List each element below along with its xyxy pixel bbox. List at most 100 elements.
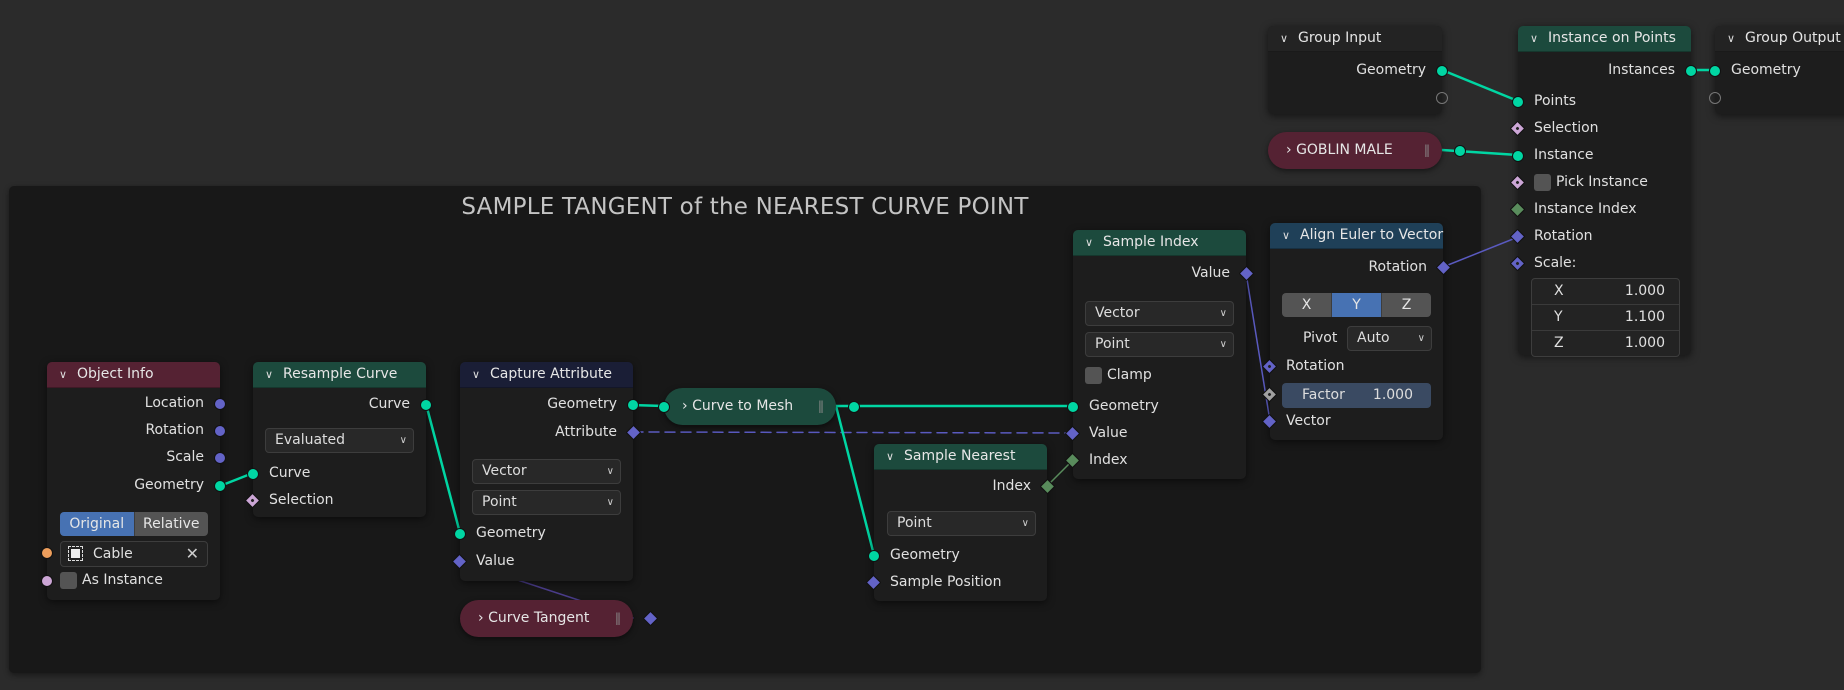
chevron-down-icon[interactable]: ∨	[1280, 26, 1292, 51]
scale-x[interactable]: X 1.000	[1532, 279, 1679, 305]
geometry-socket[interactable]	[1512, 150, 1524, 162]
axis-x[interactable]: X	[1282, 293, 1332, 317]
geometry-socket[interactable]	[1436, 65, 1448, 77]
node-header[interactable]: ∨ Sample Nearest	[874, 444, 1047, 470]
geometry-socket[interactable]	[214, 480, 226, 492]
geometry-socket[interactable]	[868, 550, 880, 562]
node-header[interactable]: ∨ Instance on Points	[1518, 26, 1691, 52]
node-object-info[interactable]: ∨ Object Info Location Rotation Scale Geo…	[41, 362, 226, 600]
toggle-relative[interactable]: Relative	[134, 512, 208, 536]
node-title: Align Euler to Vector	[1300, 227, 1444, 243]
object-field[interactable]: Cable ✕	[60, 541, 208, 567]
node-header[interactable]: ∨ Resample Curve	[253, 362, 426, 388]
socket-label: Selection	[1534, 120, 1599, 136]
geometry-socket[interactable]	[658, 401, 670, 413]
input-empty	[1709, 86, 1844, 108]
node-align-euler-to-vector[interactable]: ∨ Align Euler to Vector Rotation X Y Z Pi…	[1261, 223, 1452, 440]
input-instance: Instance	[1512, 144, 1691, 166]
input-geometry: Geometry	[1709, 59, 1844, 81]
as-instance-checkbox[interactable]	[60, 571, 77, 589]
chevron-down-icon[interactable]: ∨	[886, 444, 898, 469]
node-group-input[interactable]: ∨ Group Input Geometry	[1268, 26, 1448, 114]
geometry-socket[interactable]	[848, 401, 860, 413]
domain-dropdown[interactable]: Point ∨	[1085, 332, 1234, 357]
node-instance-on-points[interactable]: ∨ Instance on Points Instances Points Sel…	[1509, 26, 1697, 357]
node-goblin-male[interactable]: › GOBLIN MALE ||	[1268, 132, 1466, 169]
socket-label: Geometry	[1089, 398, 1159, 414]
boolean-socket[interactable]	[41, 575, 53, 587]
node-capture-attribute[interactable]: ∨ Capture Attribute Geometry Attribute Ve…	[451, 362, 642, 581]
geometry-socket[interactable]	[1709, 65, 1721, 77]
toggle-original[interactable]: Original	[60, 512, 135, 536]
node-header[interactable]: ∨ Group Input	[1268, 26, 1442, 52]
pick-instance-checkbox[interactable]	[1534, 173, 1551, 191]
chevron-down-icon[interactable]: ∨	[472, 362, 484, 387]
geometry-socket[interactable]	[247, 468, 259, 480]
vector-socket[interactable]	[214, 398, 226, 410]
chevron-down-icon[interactable]: ∨	[1530, 26, 1542, 51]
node-curve-tangent[interactable]: › Curve Tangent ||	[460, 600, 659, 637]
chevron-down-icon: ∨	[606, 466, 614, 477]
clear-icon[interactable]: ✕	[186, 542, 199, 566]
axis-value: 1.000	[1624, 283, 1665, 299]
chevron-down-icon: ∨	[606, 497, 614, 508]
scale-z[interactable]: Z 1.000	[1532, 331, 1679, 356]
node-title: Sample Index	[1103, 234, 1199, 250]
geometry-socket[interactable]	[1512, 96, 1524, 108]
input-vector: Vector	[1261, 410, 1443, 432]
socket-label: Value	[476, 553, 515, 569]
node-curve-to-mesh[interactable]: › Curve to Mesh ||	[658, 388, 860, 425]
geometry-socket[interactable]	[1685, 65, 1697, 77]
chevron-right-icon[interactable]: ›	[1286, 142, 1292, 158]
output-location: Location	[47, 392, 226, 414]
axis-z[interactable]: Z	[1382, 293, 1431, 317]
output-curve: Curve	[253, 393, 432, 415]
node-header[interactable]: ∨ Group Output	[1715, 26, 1844, 52]
empty-socket[interactable]	[1436, 92, 1448, 104]
chevron-down-icon[interactable]: ∨	[265, 362, 277, 387]
chevron-right-icon[interactable]: ›	[682, 398, 688, 414]
chevron-down-icon[interactable]: ∨	[59, 362, 71, 387]
node-group-output[interactable]: ∨ Group Output Geometry	[1709, 26, 1844, 114]
object-socket[interactable]	[41, 547, 53, 559]
chevron-down-icon[interactable]: ∨	[1282, 223, 1294, 248]
chevron-down-icon[interactable]: ∨	[1727, 26, 1739, 51]
geometry-socket[interactable]	[1454, 145, 1466, 157]
chevron-right-icon[interactable]: ›	[478, 610, 484, 626]
domain-dropdown[interactable]: Point ∨	[887, 511, 1036, 536]
axis-y[interactable]: Y	[1332, 293, 1382, 317]
data-type-dropdown[interactable]: Vector ∨	[1085, 301, 1234, 326]
node-sample-nearest[interactable]: ∨ Sample Nearest Index Point ∨ Geometry Sa…	[865, 444, 1056, 601]
mode-dropdown[interactable]: Evaluated ∨	[265, 428, 414, 453]
node-sample-index[interactable]: ∨ Sample Index Value Vector ∨ Point ∨ Clamp…	[1064, 230, 1255, 479]
chevron-down-icon: ∨	[1219, 339, 1227, 350]
node-header[interactable]: ∨ Capture Attribute	[460, 362, 633, 388]
input-geometry: Geometry	[454, 522, 633, 544]
domain-dropdown[interactable]: Point ∨	[472, 490, 621, 515]
node-header[interactable]: ∨ Object Info	[47, 362, 220, 388]
data-type-dropdown[interactable]: Vector ∨	[472, 459, 621, 484]
empty-socket[interactable]	[1709, 92, 1721, 104]
geometry-socket[interactable]	[1067, 401, 1079, 413]
node-header[interactable]: ∨ Align Euler to Vector	[1270, 223, 1443, 249]
geometry-socket[interactable]	[627, 399, 639, 411]
node-resample-curve[interactable]: ∨ Resample Curve Curve Evaluated ∨ Curve S…	[244, 362, 432, 517]
socket-label: Geometry	[547, 396, 617, 412]
vector-socket[interactable]	[214, 425, 226, 437]
geometry-socket[interactable]	[420, 399, 432, 411]
clamp-checkbox[interactable]	[1085, 366, 1102, 384]
link-resample-capture	[424, 402, 462, 535]
dropdown-value: Point	[1095, 336, 1130, 352]
scale-y[interactable]: Y 1.100	[1532, 305, 1679, 331]
geometry-socket[interactable]	[454, 528, 466, 540]
node-header[interactable]: ∨ Sample Index	[1073, 230, 1246, 256]
vector-socket[interactable]	[214, 452, 226, 464]
chevron-down-icon: ∨	[399, 435, 407, 446]
field-label: Factor	[1302, 387, 1345, 403]
chevron-down-icon[interactable]: ∨	[1085, 230, 1097, 255]
input-value: Value	[1064, 422, 1246, 444]
factor-field[interactable]: Factor 1.000	[1282, 383, 1431, 408]
pivot-dropdown[interactable]: Auto ∨	[1347, 326, 1432, 351]
input-selection: Selection	[1509, 117, 1691, 139]
socket-label: Scale	[166, 449, 204, 465]
